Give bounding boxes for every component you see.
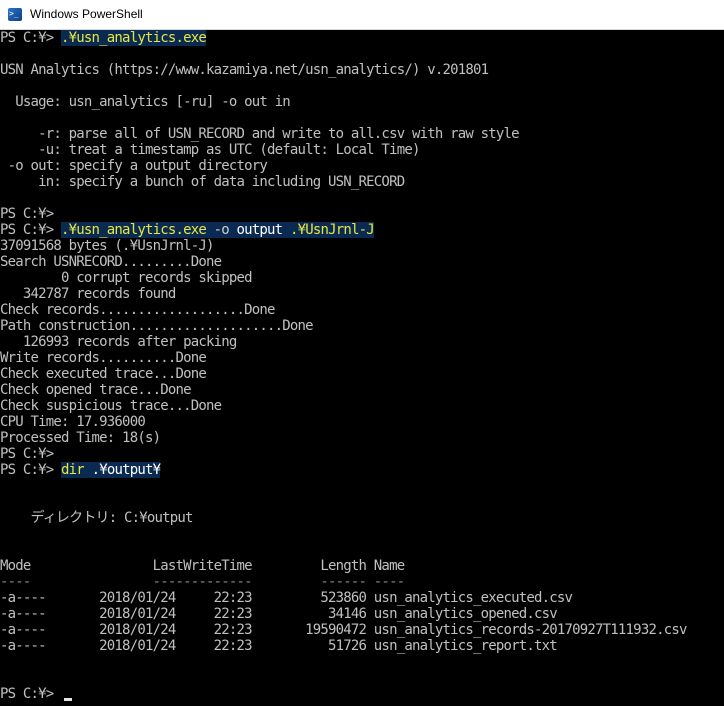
command-line-1: PS C:¥> .¥usn_analytics.exe [0, 30, 207, 46]
prompt: PS C:¥> [0, 462, 62, 478]
listing-row: -a---- 2018/01/24 22:23 34146 usn_analyt… [0, 606, 558, 622]
prompt-line: PS C:¥> [0, 446, 54, 462]
output-line: Check suspicious trace...Done [0, 398, 222, 414]
final-prompt: PS C:¥> [0, 686, 62, 702]
command-flag: -o [213, 222, 230, 238]
output-line: Path construction....................Don… [0, 318, 314, 334]
output-line: 342787 records found [0, 286, 176, 302]
powershell-icon [8, 8, 22, 21]
output-line: Search USNRECORD.........Done [0, 254, 222, 270]
output-line: Write records..........Done [0, 350, 207, 366]
option-u-line: -u: treat a timestamp as UTC (default: L… [0, 142, 420, 158]
prompt: PS C:¥> [0, 222, 62, 238]
listing-header: Mode LastWriteTime Length Name [0, 558, 405, 574]
console-output[interactable]: PS C:¥> .¥usn_analytics.exe USN Analytic… [0, 30, 724, 706]
directory-line: ディレクトリ: C:¥output [0, 510, 194, 526]
output-line: Check records...................Done [0, 302, 275, 318]
output-line: Check opened trace...Done [0, 382, 192, 398]
option-r-line: -r: parse all of USN_RECORD and write to… [0, 126, 519, 142]
output-line: 0 corrupt records skipped [0, 270, 253, 286]
usage-line: Usage: usn_analytics [-ru] -o out in [0, 94, 290, 110]
command-line-3: PS C:¥> dir .¥output¥ [0, 462, 161, 478]
output-line: Check executed trace...Done [0, 366, 207, 382]
command-text: dir [61, 462, 85, 478]
command-text: .¥usn_analytics.exe [61, 30, 207, 46]
option-o-line: -o out: specify a output directory [0, 158, 268, 174]
window-title: Windows PowerShell [30, 7, 143, 21]
listing-separator: ---- ------------- ------ ---- [0, 574, 405, 590]
text-cursor [64, 698, 72, 701]
output-line: CPU Time: 17.936000 [0, 414, 146, 430]
listing-row: -a---- 2018/01/24 22:23 523860 usn_analy… [0, 590, 573, 606]
command-line-2: PS C:¥> .¥usn_analytics.exe -o output .¥… [0, 222, 375, 238]
title-bar[interactable]: Windows PowerShell [0, 0, 724, 30]
prompt-line: PS C:¥> [0, 206, 54, 222]
output-line: Processed Time: 18(s) [0, 430, 161, 446]
command-arg: .¥output¥ [91, 462, 161, 478]
listing-row: -a---- 2018/01/24 22:23 19590472 usn_ana… [0, 622, 687, 638]
command-arg: .¥UsnJrnl-J [289, 222, 375, 238]
help-header: USN Analytics (https://www.kazamiya.net/… [0, 62, 489, 78]
command-arg: output [236, 222, 283, 238]
command-text: .¥usn_analytics.exe [61, 222, 207, 238]
output-line: 37091568 bytes (.¥UsnJrnl-J) [0, 238, 214, 254]
output-line: 126993 records after packing [0, 334, 237, 350]
prompt: PS C:¥> [0, 30, 62, 46]
listing-row: -a---- 2018/01/24 22:23 51726 usn_analyt… [0, 638, 558, 654]
option-in-line: in: specify a bunch of data including US… [0, 174, 405, 190]
